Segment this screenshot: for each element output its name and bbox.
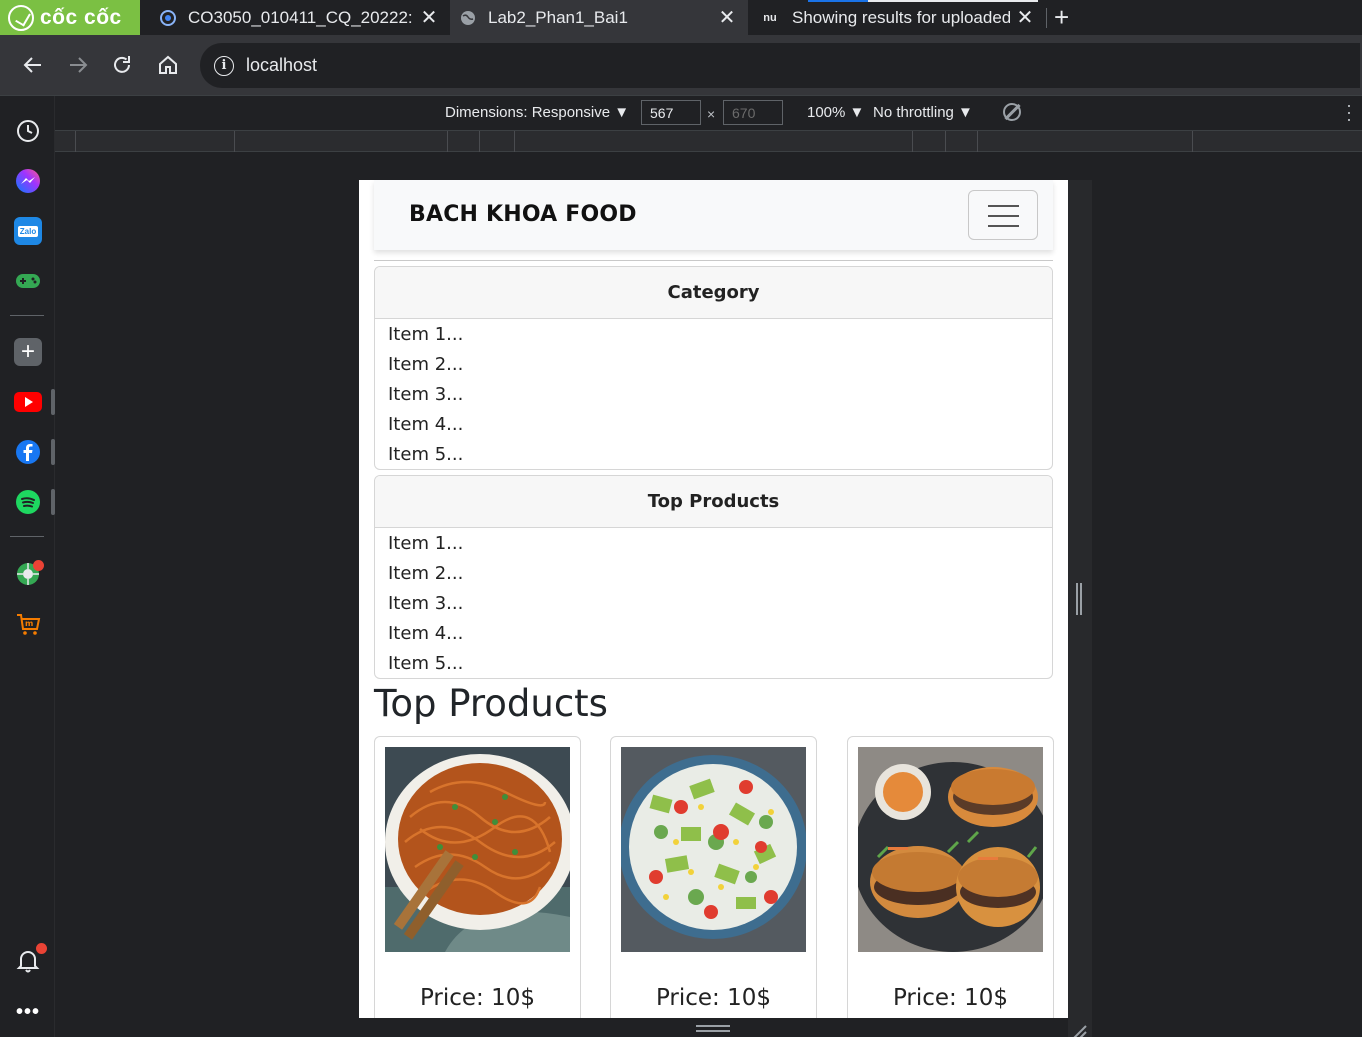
facebook-icon[interactable] <box>14 438 42 466</box>
product-card[interactable]: Price: 10$ <box>610 736 817 1018</box>
brand-name: cốc cốc <box>40 5 122 29</box>
card-header: Category <box>375 267 1052 319</box>
zoom-dropdown[interactable]: 100% ▼ <box>807 104 864 121</box>
width-input[interactable] <box>641 100 701 125</box>
list-item[interactable]: Item 5... <box>388 653 1039 678</box>
list-item[interactable]: Item 4... <box>388 623 1039 653</box>
height-input[interactable] <box>723 100 783 125</box>
sidebar-divider <box>10 536 44 537</box>
history-icon[interactable] <box>14 117 42 145</box>
list-item[interactable]: Item 1... <box>388 324 1039 354</box>
ruler-tick <box>945 131 946 153</box>
svg-text:m: m <box>25 619 33 628</box>
back-icon[interactable] <box>19 51 47 79</box>
rotate-icon[interactable] <box>1003 103 1021 121</box>
card-header: Top Products <box>375 476 1052 528</box>
burger-image <box>858 747 1043 952</box>
tab-strip: cốc cốc CO3050_010411_CQ_20222: Dự ✕ Lab… <box>0 0 1362 35</box>
list-item[interactable]: Item 3... <box>388 593 1039 623</box>
shopping-icon[interactable]: m <box>14 610 42 638</box>
product-price: Price: 10$ <box>419 985 536 1011</box>
more-icon[interactable]: ••• <box>14 998 42 1026</box>
close-tab-icon[interactable]: ✕ <box>1014 5 1036 30</box>
resize-handle-corner[interactable] <box>1070 1021 1086 1037</box>
tab-search-results[interactable]: nu Showing results for uploaded ✕ <box>750 0 1046 35</box>
page-viewport: BACH KHOA FOOD Category Item 1... Item 2… <box>359 180 1068 1018</box>
new-tab-icon[interactable]: + <box>1054 4 1069 30</box>
tab-title: CO3050_010411_CQ_20222: Dự <box>188 7 414 27</box>
spotify-icon[interactable] <box>14 488 42 516</box>
course-favicon-icon <box>160 9 176 26</box>
home-icon[interactable] <box>154 51 182 79</box>
close-tab-icon[interactable]: ✕ <box>716 5 738 30</box>
category-card: Category Item 1... Item 2... Item 3... I… <box>374 266 1053 470</box>
throttling-dropdown[interactable]: No throttling ▼ <box>873 104 973 121</box>
section-title: Top Products <box>374 682 608 725</box>
ruler-tick <box>912 131 913 153</box>
notification-dot <box>33 560 44 571</box>
dimension-separator: × <box>707 106 716 122</box>
media-query-ruler[interactable] <box>55 130 1362 153</box>
noodles-image <box>385 747 570 952</box>
browser-sidebar: Zalo + m ••• <box>0 96 55 1037</box>
close-tab-icon[interactable]: ✕ <box>418 5 440 30</box>
more-options-icon[interactable]: · · · <box>1346 96 1352 128</box>
divider <box>374 260 1053 261</box>
ruler-tick <box>447 131 448 153</box>
list-item[interactable]: Item 2... <box>388 354 1039 384</box>
list-item[interactable]: Item 2... <box>388 563 1039 593</box>
notification-dot <box>36 943 47 954</box>
dimensions-dropdown[interactable]: Dimensions: Responsive ▼ <box>445 104 629 121</box>
product-card[interactable]: Price: 10$ <box>374 736 581 1018</box>
address-bar[interactable]: i localhost <box>200 43 1360 88</box>
salad-image <box>621 747 806 952</box>
product-card[interactable]: Price: 10$ <box>847 736 1054 1018</box>
youtube-icon[interactable] <box>14 388 42 416</box>
game-controller-icon[interactable] <box>14 267 42 295</box>
ruler-tick <box>514 131 515 153</box>
navbar: BACH KHOA FOOD <box>374 180 1053 250</box>
resize-handle-right[interactable] <box>1076 583 1082 615</box>
device-toolbar: Dimensions: Responsive ▼ × 100% ▼ No thr… <box>55 96 1362 130</box>
messenger-icon[interactable] <box>14 167 42 195</box>
loading-indicator <box>868 0 1038 2</box>
ruler-tick <box>479 131 480 153</box>
tab-separator <box>1046 8 1047 28</box>
add-icon[interactable]: + <box>14 338 42 366</box>
list-item[interactable]: Item 3... <box>388 384 1039 414</box>
tab-title: Showing results for uploaded <box>792 7 1010 27</box>
navbar-brand[interactable]: BACH KHOA FOOD <box>409 202 637 227</box>
resize-handle-bottom[interactable] <box>696 1025 730 1032</box>
ruler-tick <box>1192 131 1193 153</box>
hamburger-menu-icon[interactable] <box>968 190 1038 240</box>
forward-icon[interactable] <box>64 51 92 79</box>
list-item[interactable]: Item 5... <box>388 444 1039 469</box>
url-text: localhost <box>246 55 318 75</box>
coccoc-logo-icon <box>8 4 34 31</box>
loading-indicator <box>808 0 868 2</box>
product-price: Price: 10$ <box>655 985 772 1011</box>
browser-toolbar: i localhost <box>0 35 1362 96</box>
reload-icon[interactable] <box>108 51 136 79</box>
sidebar-divider <box>10 315 44 316</box>
ruler-tick <box>977 131 978 153</box>
list-item[interactable]: Item 1... <box>388 533 1039 563</box>
top-products-card: Top Products Item 1... Item 2... Item 3.… <box>374 475 1053 679</box>
tab-course[interactable]: CO3050_010411_CQ_20222: Dự ✕ <box>150 0 450 35</box>
nu-favicon-icon: nu <box>763 11 777 24</box>
ruler-tick <box>75 131 76 153</box>
globe-icon <box>460 10 476 26</box>
zalo-icon[interactable]: Zalo <box>14 217 42 245</box>
list-item[interactable]: Item 4... <box>388 414 1039 444</box>
ruler-tick <box>234 131 235 153</box>
site-info-icon[interactable]: i <box>214 55 234 76</box>
product-price: Price: 10$ <box>892 985 1009 1011</box>
tab-lab2[interactable]: Lab2_Phan1_Bai1 ✕ <box>450 0 748 35</box>
tab-title: Lab2_Phan1_Bai1 <box>488 7 628 27</box>
coccoc-menu-button[interactable]: cốc cốc <box>0 0 140 35</box>
